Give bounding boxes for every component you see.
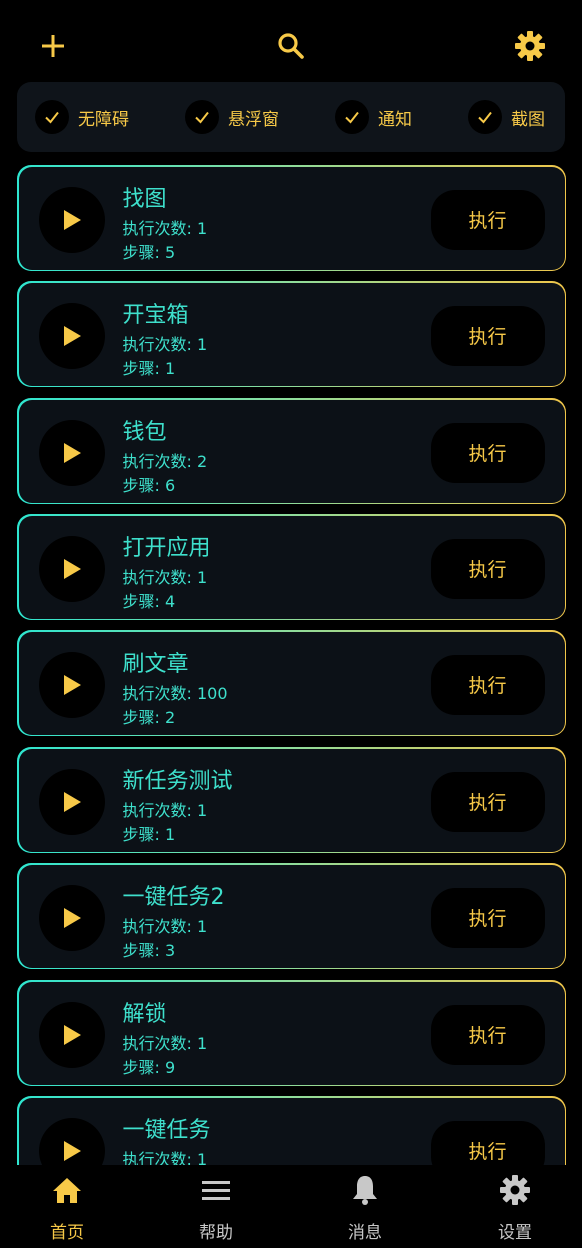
task-card[interactable]: 找图 执行次数: 1 步骤: 5 执行 bbox=[17, 165, 566, 271]
check-icon bbox=[468, 100, 502, 134]
settings-button[interactable] bbox=[512, 28, 548, 64]
task-name: 解锁 bbox=[122, 1001, 167, 1027]
task-name: 找图 bbox=[122, 186, 167, 212]
task-step-count: 步骤: 3 bbox=[122, 940, 176, 960]
plus-icon bbox=[42, 35, 64, 57]
task-run-count: 执行次数: 1 bbox=[122, 916, 208, 936]
execute-button[interactable]: 执行 bbox=[430, 305, 545, 366]
play-button[interactable] bbox=[38, 1001, 105, 1068]
play-icon bbox=[63, 558, 81, 579]
permission-label: 截图 bbox=[511, 109, 545, 130]
task-card[interactable]: 解锁 执行次数: 1 步骤: 9 执行 bbox=[17, 980, 566, 1086]
execute-button[interactable]: 执行 bbox=[430, 771, 545, 832]
execute-button[interactable]: 执行 bbox=[430, 654, 545, 715]
task-run-count: 执行次数: 1 bbox=[122, 800, 208, 820]
play-button[interactable] bbox=[38, 419, 105, 486]
play-icon bbox=[63, 1140, 81, 1161]
permission-label: 通知 bbox=[378, 109, 412, 130]
execute-button[interactable]: 执行 bbox=[430, 887, 545, 948]
task-name: 一键任务 bbox=[122, 1117, 211, 1143]
permission-accessibility[interactable]: 无障碍 bbox=[35, 100, 129, 134]
play-button[interactable] bbox=[38, 186, 105, 253]
task-card[interactable]: 开宝箱 执行次数: 1 步骤: 1 执行 bbox=[17, 281, 566, 387]
task-name: 打开应用 bbox=[122, 535, 211, 561]
task-card[interactable]: 新任务测试 执行次数: 1 步骤: 1 执行 bbox=[17, 747, 566, 853]
execute-button[interactable]: 执行 bbox=[430, 538, 545, 599]
play-icon bbox=[63, 791, 81, 812]
bottom-nav: 首页 帮助 消息 设置 bbox=[0, 1165, 582, 1248]
task-name: 钱包 bbox=[122, 419, 167, 445]
play-button[interactable] bbox=[38, 302, 105, 369]
permission-label: 悬浮窗 bbox=[228, 109, 279, 130]
task-step-count: 步骤: 2 bbox=[122, 707, 176, 727]
nav-item-help[interactable]: 帮助 bbox=[166, 1165, 266, 1248]
play-icon bbox=[63, 1024, 81, 1045]
permissions-bar: 无障碍 悬浮窗 通知 截图 bbox=[17, 82, 565, 152]
execute-button[interactable]: 执行 bbox=[430, 422, 545, 483]
home-icon bbox=[51, 1174, 83, 1206]
nav-label: 设置 bbox=[498, 1223, 532, 1243]
task-name: 刷文章 bbox=[122, 651, 189, 677]
nav-item-settings[interactable]: 设置 bbox=[465, 1165, 565, 1248]
play-icon bbox=[63, 442, 81, 463]
top-bar bbox=[0, 0, 582, 80]
play-button[interactable] bbox=[38, 768, 105, 835]
task-run-count: 执行次数: 1 bbox=[122, 334, 208, 354]
play-icon bbox=[63, 209, 81, 230]
task-name: 一键任务2 bbox=[122, 884, 225, 910]
nav-item-home[interactable]: 首页 bbox=[17, 1165, 117, 1248]
check-icon bbox=[185, 100, 219, 134]
task-run-count: 执行次数: 1 bbox=[122, 567, 208, 587]
permission-notification[interactable]: 通知 bbox=[335, 100, 412, 134]
task-card[interactable]: 刷文章 执行次数: 100 步骤: 2 执行 bbox=[17, 630, 566, 736]
task-run-count: 执行次数: 2 bbox=[122, 451, 208, 471]
play-button[interactable] bbox=[38, 1117, 105, 1165]
gear-icon bbox=[515, 31, 545, 61]
play-button[interactable] bbox=[38, 884, 105, 951]
menu-icon bbox=[200, 1174, 232, 1206]
task-name: 开宝箱 bbox=[122, 302, 189, 328]
task-step-count: 步骤: 1 bbox=[122, 358, 176, 378]
nav-label: 消息 bbox=[348, 1223, 382, 1243]
play-icon bbox=[63, 674, 81, 695]
task-list[interactable]: 找图 执行次数: 1 步骤: 5 执行 开宝箱 执行次数: 1 步骤: 1 执行… bbox=[0, 164, 582, 1165]
execute-button[interactable]: 执行 bbox=[430, 1004, 545, 1065]
gear-icon bbox=[499, 1174, 531, 1206]
nav-item-messages[interactable]: 消息 bbox=[315, 1165, 415, 1248]
permission-floating-window[interactable]: 悬浮窗 bbox=[185, 100, 279, 134]
task-card[interactable]: 一键任务2 执行次数: 1 步骤: 3 执行 bbox=[17, 863, 566, 969]
task-card[interactable]: 一键任务 执行次数: 1 执行 bbox=[17, 1096, 566, 1165]
task-run-count: 执行次数: 1 bbox=[122, 218, 208, 238]
task-step-count: 步骤: 6 bbox=[122, 475, 176, 495]
task-card[interactable]: 钱包 执行次数: 2 步骤: 6 执行 bbox=[17, 398, 566, 504]
task-step-count: 步骤: 5 bbox=[122, 242, 176, 262]
task-step-count: 步骤: 9 bbox=[122, 1057, 176, 1077]
task-step-count: 步骤: 1 bbox=[122, 824, 176, 844]
play-icon bbox=[63, 325, 81, 346]
task-step-count: 步骤: 4 bbox=[122, 591, 176, 611]
check-icon bbox=[335, 100, 369, 134]
task-name: 新任务测试 bbox=[122, 768, 233, 794]
execute-button[interactable]: 执行 bbox=[430, 1120, 545, 1165]
search-icon bbox=[278, 33, 304, 59]
nav-label: 帮助 bbox=[199, 1223, 233, 1243]
play-icon bbox=[63, 907, 81, 928]
add-button[interactable] bbox=[35, 28, 71, 64]
play-button[interactable] bbox=[38, 651, 105, 718]
search-button[interactable] bbox=[273, 28, 309, 64]
task-run-count: 执行次数: 1 bbox=[122, 1033, 208, 1053]
execute-button[interactable]: 执行 bbox=[430, 189, 545, 250]
task-card[interactable]: 打开应用 执行次数: 1 步骤: 4 执行 bbox=[17, 514, 566, 620]
nav-label: 首页 bbox=[50, 1223, 84, 1243]
task-run-count: 执行次数: 100 bbox=[122, 683, 228, 703]
task-run-count: 执行次数: 1 bbox=[122, 1149, 208, 1166]
permission-screenshot[interactable]: 截图 bbox=[468, 100, 545, 134]
check-icon bbox=[35, 100, 69, 134]
permission-label: 无障碍 bbox=[78, 109, 129, 130]
play-button[interactable] bbox=[38, 535, 105, 602]
bell-icon bbox=[349, 1174, 381, 1206]
